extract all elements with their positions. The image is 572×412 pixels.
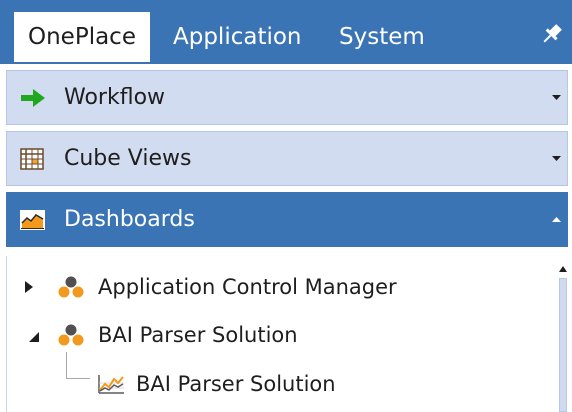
tab-system[interactable]: System <box>339 12 425 62</box>
collapse-arrow-icon[interactable] <box>28 331 40 343</box>
tab-application[interactable]: Application <box>173 12 302 62</box>
tree-item-label: BAI Parser Solution <box>98 323 298 347</box>
green-arrow-right-icon <box>21 89 45 107</box>
tree-connector <box>66 352 67 378</box>
group-circles-icon <box>58 276 84 298</box>
section-workflow-label: Workflow <box>64 85 166 110</box>
tree-item-label: Application Control Manager <box>98 275 397 299</box>
line-chart-icon <box>98 375 124 394</box>
section-cube-views-label: Cube Views <box>64 146 192 171</box>
grid-table-icon <box>20 148 44 170</box>
tree-scrollbar[interactable] <box>556 262 570 412</box>
tree-item-bai-parser-solution-dashboard[interactable]: BAI Parser Solution <box>92 364 532 404</box>
scrollbar-thumb[interactable] <box>559 278 567 412</box>
area-chart-icon <box>20 210 45 230</box>
tree-connector <box>66 378 90 379</box>
section-cube-views[interactable]: Cube Views <box>6 131 568 186</box>
chevron-down-icon[interactable] <box>552 155 561 162</box>
tree-item-label: BAI Parser Solution <box>136 372 336 396</box>
section-workflow[interactable]: Workflow <box>6 70 568 125</box>
chevron-down-icon[interactable] <box>552 94 561 101</box>
expand-arrow-icon[interactable] <box>24 280 34 294</box>
top-tab-bar: OnePlace Application System <box>0 0 572 64</box>
section-dashboards[interactable]: Dashboards <box>6 192 568 247</box>
chevron-up-icon[interactable] <box>552 216 561 223</box>
section-dashboards-label: Dashboards <box>64 207 195 232</box>
pin-icon[interactable] <box>540 22 564 46</box>
scroll-up-arrow-icon[interactable] <box>556 262 570 276</box>
tree-item-application-control-manager[interactable]: Application Control Manager <box>20 267 540 307</box>
group-circles-icon <box>58 324 84 346</box>
tab-oneplace[interactable]: OnePlace <box>14 12 150 62</box>
tree-item-bai-parser-solution[interactable]: BAI Parser Solution <box>20 315 540 355</box>
